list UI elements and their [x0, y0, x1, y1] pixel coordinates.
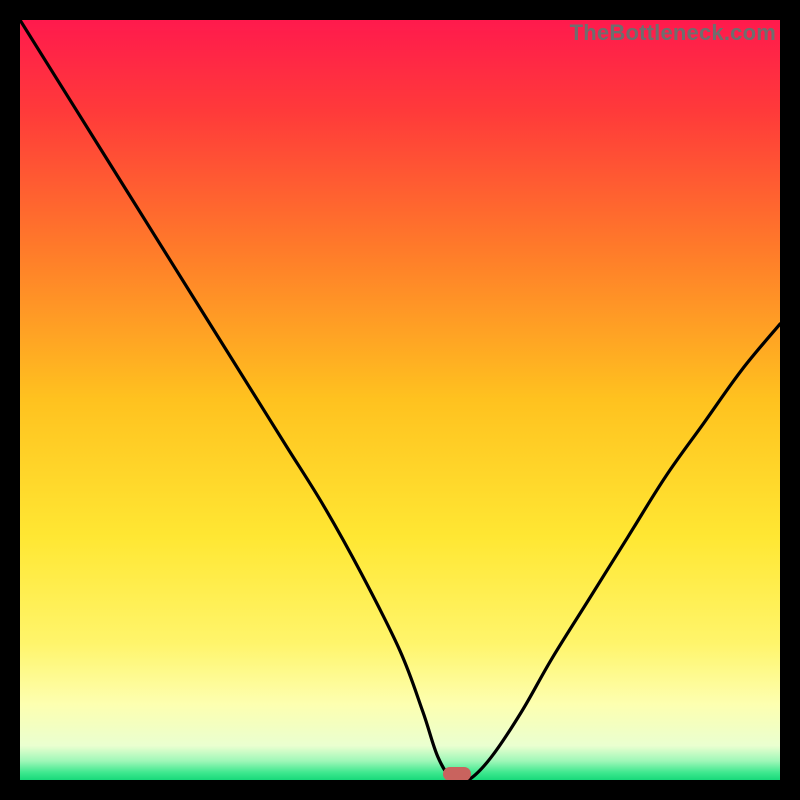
watermark-text: TheBottleneck.com [570, 20, 776, 46]
